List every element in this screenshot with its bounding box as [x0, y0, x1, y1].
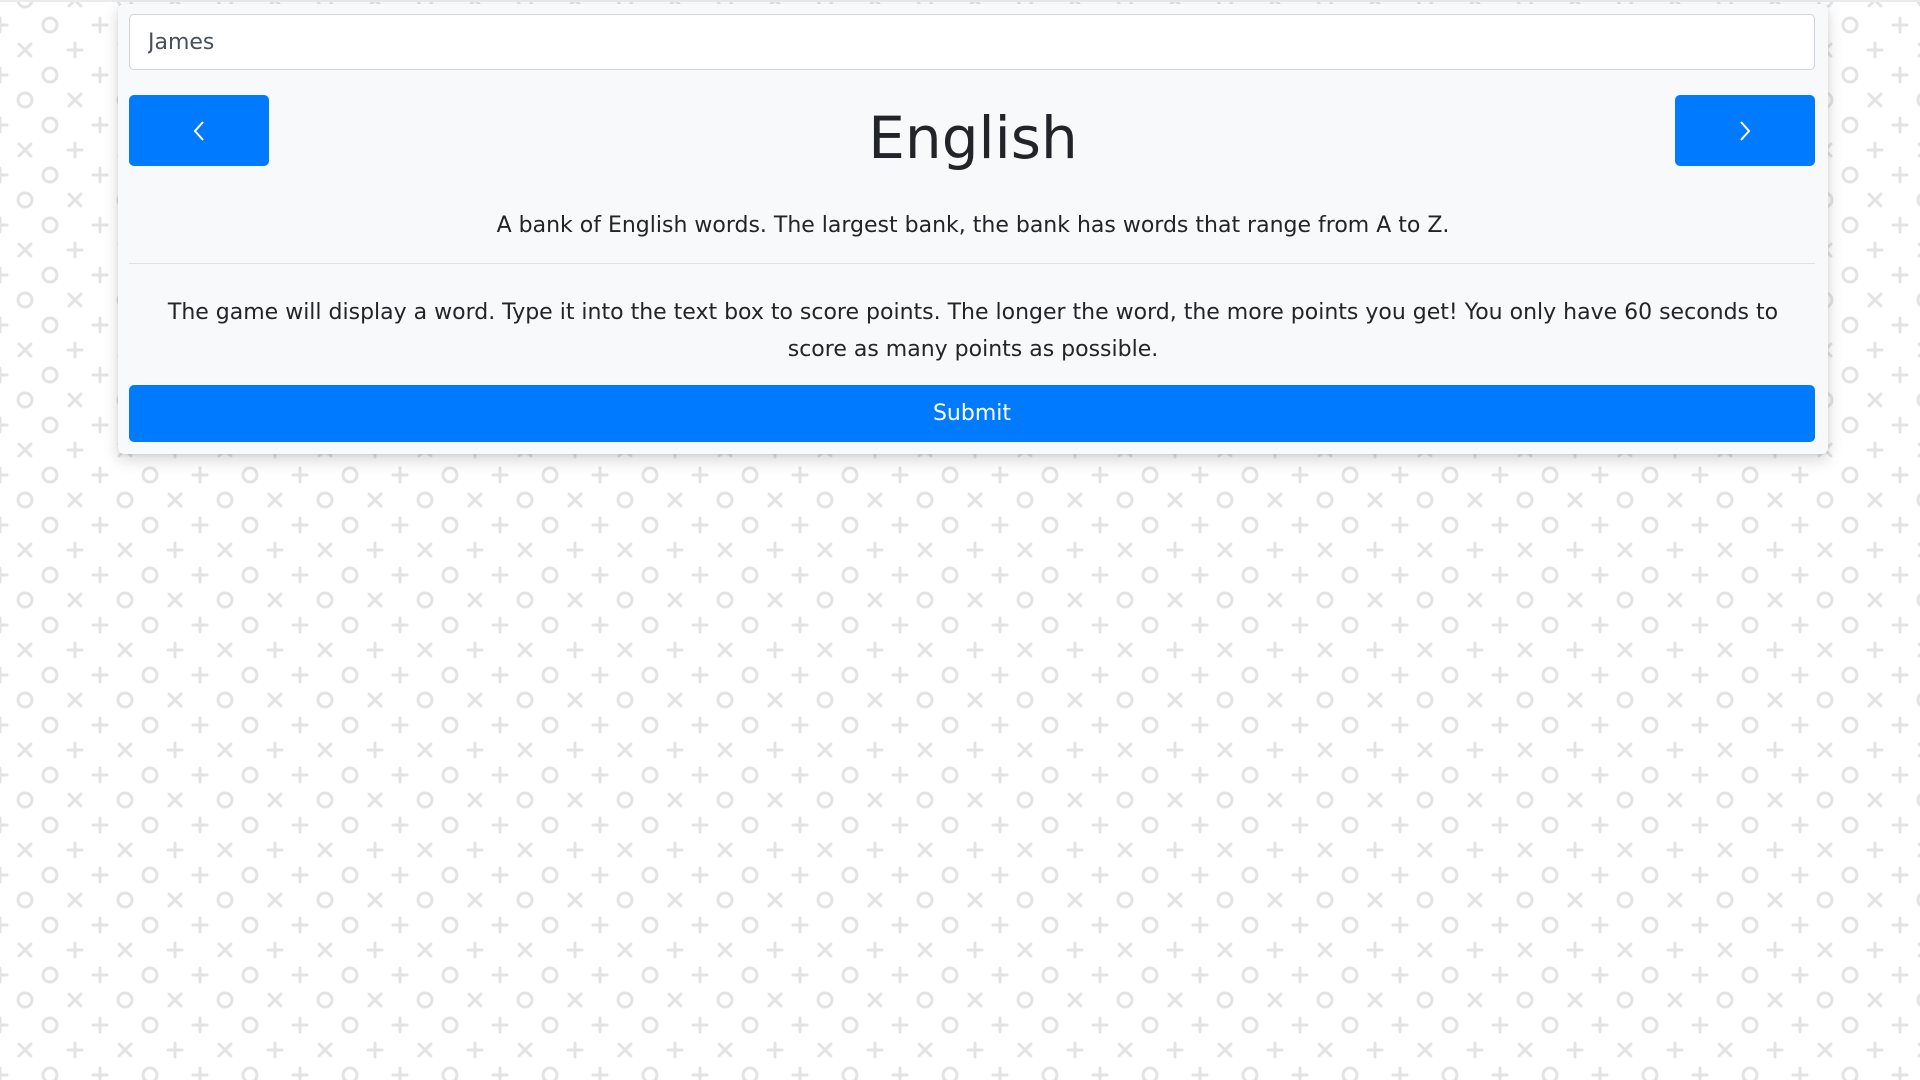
bank-description: A bank of English words. The largest ban…: [496, 213, 1450, 238]
name-input[interactable]: [129, 14, 1815, 70]
next-bank-button[interactable]: [1675, 95, 1815, 166]
chevron-right-icon: [1740, 120, 1751, 141]
game-instructions: The game will display a word. Type it in…: [167, 300, 1779, 362]
bank-title: English: [868, 104, 1078, 172]
word-bank-card: English A bank of English words. The lar…: [118, 4, 1828, 454]
top-edge-line: [0, 0, 1920, 2]
submit-button[interactable]: Submit: [129, 385, 1815, 442]
divider: [129, 263, 1815, 264]
